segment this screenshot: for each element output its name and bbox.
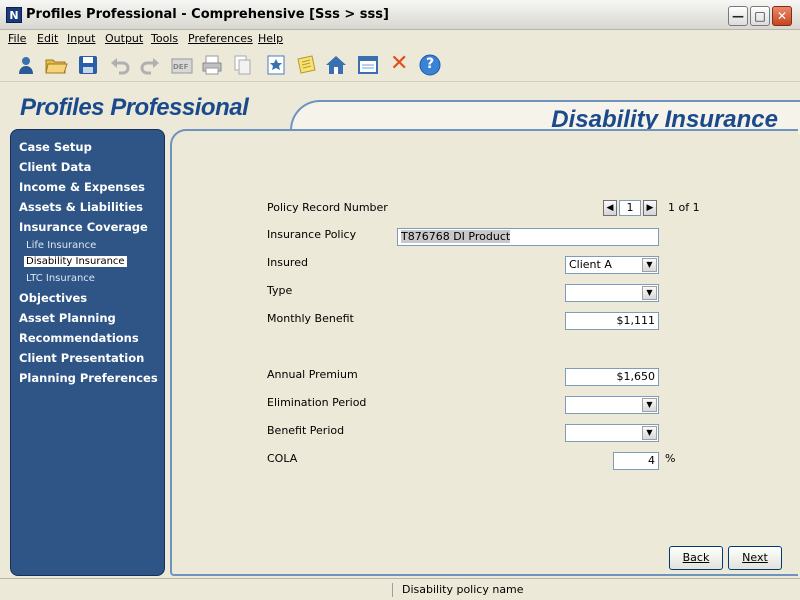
sidebar-item-objectives[interactable]: Objectives [19,291,87,305]
menu-edit[interactable]: Edit [37,32,58,45]
insured-value: Client A [569,258,612,271]
policy-record-number-label: Policy Record Number [267,201,388,214]
delete-glyph: ✕ [390,51,409,76]
insured-label: Insured [267,256,308,269]
status-text: Disability policy name [402,583,524,596]
insurance-policy-field[interactable]: T876768 DI Product [397,228,659,246]
main-content: Profiles Professional Disability Insuran… [0,82,800,578]
delete-icon[interactable]: ✕ [388,51,412,77]
title-bar[interactable]: N Profiles Professional - Comprehensive … [0,0,800,30]
next-record-button[interactable]: ▶ [643,200,657,216]
sidebar-item-life-insurance[interactable]: Life Insurance [26,240,96,251]
elimination-period-select[interactable]: ▼ [565,396,659,414]
sidebar-item-insurance-coverage[interactable]: Insurance Coverage [19,220,148,234]
menu-file[interactable]: File [8,32,26,45]
sidebar-item-ltc-insurance[interactable]: LTC Insurance [26,273,95,284]
menu-preferences[interactable]: Preferences [188,32,253,45]
cola-field[interactable]: 4 [613,452,659,470]
record-number-field[interactable]: 1 [619,200,641,216]
prev-record-button[interactable]: ◀ [603,200,617,216]
sidebar-item-planning-preferences[interactable]: Planning Preferences [19,371,158,385]
sidebar-item-client-data[interactable]: Client Data [19,160,91,174]
insurance-policy-label: Insurance Policy [267,228,357,241]
insured-select[interactable]: Client A ▼ [565,256,659,274]
brand-logo: Profiles Professional [20,94,249,121]
annual-premium-field[interactable]: $1,650 [565,368,659,386]
app-icon: N [6,7,22,23]
benefit-period-select[interactable]: ▼ [565,424,659,442]
client-icon[interactable] [14,53,38,77]
sidebar-item-income-expenses[interactable]: Income & Expenses [19,180,145,194]
undo-icon[interactable] [108,53,132,77]
next-button[interactable]: Next [728,546,782,570]
menu-bar: File Edit Input Output Tools Preferences… [0,30,800,48]
sidebar-nav: Case Setup Client Data Income & Expenses… [10,129,165,576]
menu-help[interactable]: Help [258,32,283,45]
toolbar: DEF ✕ ? [0,48,800,82]
chevron-down-icon[interactable]: ▼ [642,398,657,412]
menu-input[interactable]: Input [67,32,95,45]
window-title: Profiles Professional - Comprehensive [S… [26,7,389,22]
monthly-benefit-label: Monthly Benefit [267,312,354,325]
notes-icon[interactable] [294,53,318,77]
cola-unit: % [665,452,676,465]
window-icon[interactable] [356,53,380,77]
redo-icon[interactable] [138,53,162,77]
monthly-benefit-field[interactable]: $1,111 [565,312,659,330]
sidebar-item-case-setup[interactable]: Case Setup [19,140,92,154]
elimination-period-label: Elimination Period [267,396,367,409]
type-select[interactable]: ▼ [565,284,659,302]
open-folder-icon[interactable] [44,53,68,77]
sidebar-item-assets-liabilities[interactable]: Assets & Liabilities [19,200,143,214]
def-icon[interactable]: DEF [170,53,194,77]
type-label: Type [267,284,293,297]
back-button[interactable]: Back [669,546,723,570]
menu-tools[interactable]: Tools [151,32,178,45]
status-bar: Disability policy name [0,578,800,600]
back-label: Back [682,551,710,564]
sidebar-item-disability-insurance[interactable]: Disability Insurance [24,256,127,267]
print-icon[interactable] [200,53,224,77]
status-divider [392,583,393,597]
save-icon[interactable] [76,53,100,77]
benefit-period-label: Benefit Period [267,424,345,437]
next-label: Next [742,551,768,564]
record-count: 1 of 1 [668,201,700,214]
chevron-down-icon[interactable]: ▼ [642,258,657,272]
help-glyph: ? [426,56,435,72]
def-label: DEF [173,63,189,71]
insurance-policy-value: T876768 DI Product [401,230,511,243]
sidebar-item-client-presentation[interactable]: Client Presentation [19,351,144,365]
maximize-button[interactable]: □ [750,6,770,26]
app-window: N Profiles Professional - Comprehensive … [0,0,800,600]
minimize-button[interactable]: — [728,6,748,26]
cola-label: COLA [267,452,298,465]
home-icon[interactable] [324,53,348,77]
copy-icon[interactable] [230,53,254,77]
bookmark-icon[interactable] [264,53,288,77]
sidebar-item-recommendations[interactable]: Recommendations [19,331,139,345]
annual-premium-label: Annual Premium [267,368,358,381]
form-panel: Policy Record Number ◀ 1 ▶ 1 of 1 Insura… [170,129,798,576]
menu-output[interactable]: Output [105,32,143,45]
help-icon[interactable]: ? [418,53,442,77]
chevron-down-icon[interactable]: ▼ [642,426,657,440]
chevron-down-icon[interactable]: ▼ [642,286,657,300]
close-button[interactable]: ✕ [772,6,792,26]
sidebar-item-asset-planning[interactable]: Asset Planning [19,311,116,325]
